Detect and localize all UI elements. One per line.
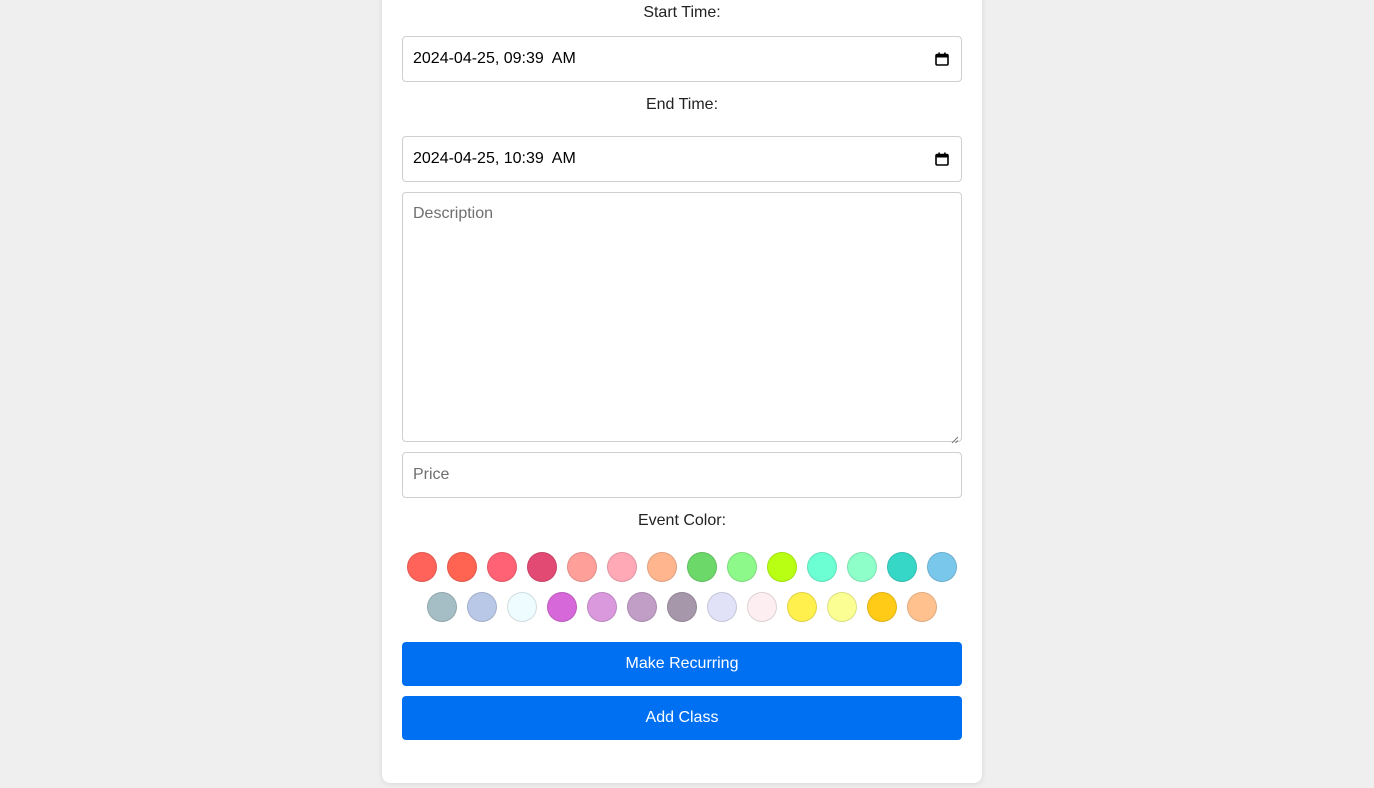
calendar-icon[interactable] (935, 152, 949, 166)
color-swatch[interactable] (887, 552, 917, 582)
end-time-value[interactable] (413, 150, 893, 168)
calendar-icon[interactable] (935, 52, 949, 66)
price-input[interactable] (413, 466, 893, 484)
color-swatch-row (402, 592, 962, 622)
add-class-form: Start Time: End Time: (402, 0, 962, 740)
color-swatch[interactable] (727, 552, 757, 582)
start-time-value[interactable] (413, 50, 893, 68)
color-swatch[interactable] (407, 552, 437, 582)
color-swatch[interactable] (827, 592, 857, 622)
color-swatch[interactable] (807, 552, 837, 582)
color-swatch[interactable] (447, 552, 477, 582)
price-field[interactable] (402, 452, 962, 498)
color-swatch[interactable] (647, 552, 677, 582)
color-swatch[interactable] (667, 592, 697, 622)
end-time-label: End Time: (645, 96, 719, 113)
color-swatch[interactable] (427, 592, 457, 622)
color-swatch[interactable] (927, 552, 957, 582)
color-swatch[interactable] (787, 592, 817, 622)
add-class-card: Start Time: End Time: (382, 0, 982, 783)
color-swatch[interactable] (487, 552, 517, 582)
color-swatch[interactable] (567, 552, 597, 582)
start-time-label: Start Time: (643, 4, 721, 21)
color-swatch[interactable] (707, 592, 737, 622)
color-swatch[interactable] (907, 592, 937, 622)
color-swatch[interactable] (627, 592, 657, 622)
description-textarea[interactable] (403, 193, 961, 441)
color-swatch-row (402, 552, 962, 582)
color-swatch-grid (402, 552, 962, 622)
color-swatch[interactable] (767, 552, 797, 582)
color-swatch[interactable] (607, 552, 637, 582)
color-swatch[interactable] (687, 552, 717, 582)
color-swatch[interactable] (747, 592, 777, 622)
description-field[interactable] (402, 192, 962, 444)
resize-handle-icon[interactable] (951, 431, 959, 444)
color-swatch[interactable] (467, 592, 497, 622)
add-class-button[interactable]: Add Class (402, 696, 962, 740)
end-time-input[interactable] (402, 136, 962, 182)
color-swatch[interactable] (867, 592, 897, 622)
make-recurring-button[interactable]: Make Recurring (402, 642, 962, 686)
color-swatch[interactable] (587, 592, 617, 622)
event-color-label: Event Color: (637, 512, 727, 529)
color-swatch[interactable] (507, 592, 537, 622)
color-swatch[interactable] (547, 592, 577, 622)
color-swatch[interactable] (527, 552, 557, 582)
start-time-input[interactable] (402, 36, 962, 82)
color-swatch[interactable] (847, 552, 877, 582)
